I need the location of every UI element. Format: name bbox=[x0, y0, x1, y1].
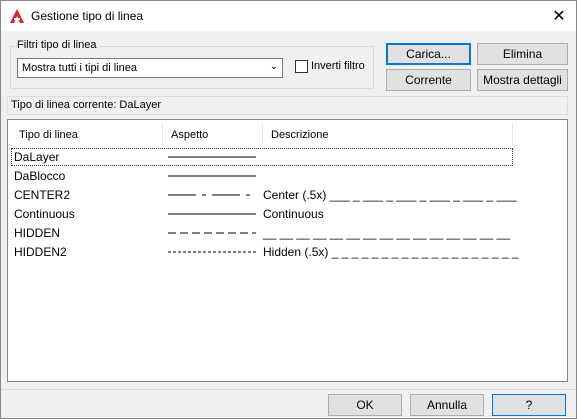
linetype-preview bbox=[168, 232, 256, 234]
filters-group-label: Filtri tipo di linea bbox=[15, 39, 99, 51]
footer-divider bbox=[1, 389, 576, 390]
linetype-filter-value: Mostra tutti i tipi di linea bbox=[22, 62, 137, 74]
linetype-preview bbox=[168, 194, 256, 196]
linetype-preview bbox=[168, 251, 256, 253]
show-details-button[interactable]: Mostra dettagli bbox=[477, 69, 568, 91]
table-row[interactable]: HIDDEN2 Hidden (.5x) _ _ _ _ _ _ _ _ _ _… bbox=[11, 243, 519, 261]
cancel-button[interactable]: Annulla bbox=[410, 394, 484, 416]
ok-button[interactable]: OK bbox=[328, 394, 402, 416]
linetype-list[interactable]: Tipo di linea Aspetto Descrizione DaLaye… bbox=[7, 119, 568, 382]
table-row[interactable]: HIDDEN __ __ __ __ __ __ __ __ __ __ __ … bbox=[11, 224, 513, 242]
table-row[interactable]: DaLayer bbox=[11, 148, 513, 166]
table-row[interactable]: Continuous Continuous bbox=[11, 205, 513, 223]
close-button[interactable]: ✕ bbox=[542, 1, 576, 31]
help-button[interactable]: ? bbox=[492, 394, 566, 416]
current-linetype-bar: Tipo di linea corrente: DaLayer bbox=[7, 96, 568, 115]
column-header-name[interactable]: Tipo di linea bbox=[11, 124, 163, 146]
delete-button[interactable]: Elimina bbox=[477, 43, 568, 65]
linetype-filter-select[interactable]: Mostra tutti i tipi di linea ⌄ bbox=[17, 58, 283, 78]
title-bar: Gestione tipo di linea ✕ bbox=[1, 1, 576, 31]
current-linetype-text: Tipo di linea corrente: DaLayer bbox=[11, 99, 162, 111]
linetype-preview bbox=[168, 156, 256, 158]
linetype-preview bbox=[168, 175, 256, 177]
column-header-description[interactable]: Descrizione bbox=[263, 124, 513, 146]
current-button[interactable]: Corrente bbox=[386, 69, 471, 91]
linetype-manager-dialog: Gestione tipo di linea ✕ Filtri tipo di … bbox=[0, 0, 577, 419]
column-header-appearance[interactable]: Aspetto bbox=[163, 124, 263, 146]
linetype-preview bbox=[168, 213, 256, 215]
table-row[interactable]: DaBlocco bbox=[11, 167, 513, 185]
autocad-logo-icon bbox=[10, 9, 24, 23]
invert-filter-label[interactable]: Inverti filtro bbox=[311, 60, 365, 72]
load-button[interactable]: Carica... bbox=[386, 43, 471, 65]
window-title: Gestione tipo di linea bbox=[31, 9, 144, 23]
chevron-down-icon: ⌄ bbox=[269, 61, 278, 72]
invert-filter-checkbox[interactable] bbox=[295, 60, 308, 73]
table-row[interactable]: CENTER2 Center (.5x) ___ _ ___ _ ___ _ _… bbox=[11, 186, 517, 204]
